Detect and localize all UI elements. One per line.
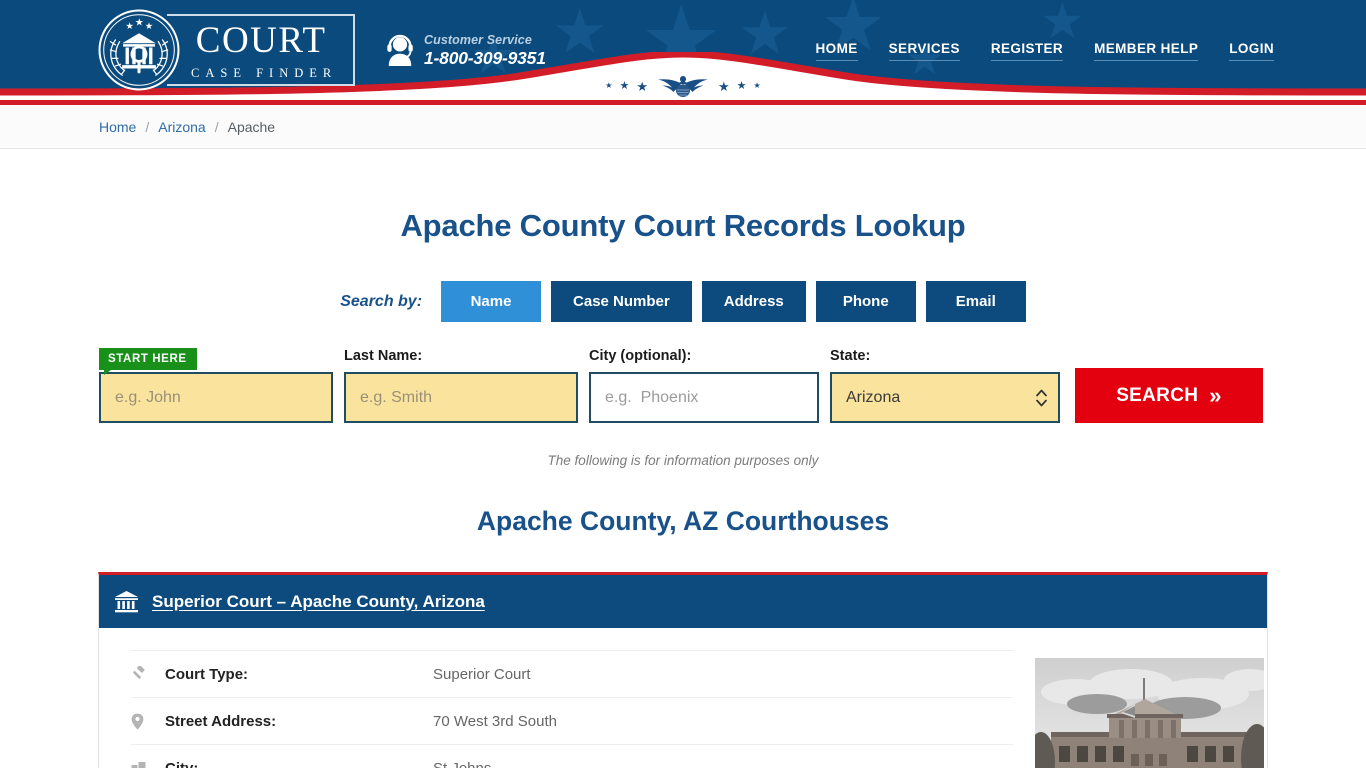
city-field-group: City (optional):: [589, 348, 819, 423]
court-type-value: Superior Court: [433, 665, 531, 683]
state-label: State:: [830, 348, 871, 364]
table-row: Street Address: 70 West 3rd South: [131, 697, 1013, 744]
state-field-group: State:: [830, 348, 1060, 423]
svg-text:★: ★: [126, 21, 134, 32]
state-select[interactable]: [830, 372, 1060, 423]
tab-address[interactable]: Address: [701, 281, 806, 322]
customer-service-label: Customer Service: [424, 33, 532, 47]
court-card-title-link[interactable]: Superior Court – Apache County, Arizona: [152, 592, 485, 612]
tab-email[interactable]: Email: [925, 281, 1026, 322]
site-header: ★ ★ ★ ★ ★ ★ ★ ★ ★ ★ COURT CASE FINDER Cu…: [0, 0, 1366, 100]
court-card: Superior Court – Apache County, Arizona: [98, 572, 1268, 768]
nav-item-services[interactable]: SERVICES: [888, 41, 960, 61]
page-title: Apache County Court Records Lookup: [400, 208, 966, 243]
street-address-value: 70 West 3rd South: [433, 712, 557, 730]
search-by-label: Search by:: [340, 292, 423, 310]
svg-text:★: ★: [135, 18, 144, 29]
nav-item-register[interactable]: REGISTER: [990, 41, 1064, 61]
search-button[interactable]: SEARCH »: [1075, 368, 1263, 423]
table-row: City: St Johns: [131, 744, 1013, 768]
last-name-label: Last Name:: [344, 348, 423, 364]
double-chevron-right-icon: »: [1209, 382, 1222, 408]
search-by-tabs: Search by: Name Case Number Address Phon…: [0, 281, 1366, 322]
customer-service-phone[interactable]: 1-800-309-9351: [424, 48, 546, 68]
courthouse-bank-icon: [115, 591, 138, 613]
logo-sub-text: CASE FINDER: [191, 65, 338, 80]
court-photo-container: [1035, 650, 1267, 768]
tab-phone[interactable]: Phone: [815, 281, 916, 322]
breadcrumb-item-arizona[interactable]: Arizona: [158, 119, 205, 135]
tab-name[interactable]: Name: [441, 281, 542, 322]
court-card-body: Court Type: Superior Court Street Addres…: [99, 628, 1267, 768]
nav-item-member-help[interactable]: MEMBER HELP: [1094, 41, 1199, 61]
court-details-table: Court Type: Superior Court Street Addres…: [99, 650, 1035, 768]
apache-county-courthouse-photo: [1035, 658, 1264, 768]
breadcrumb: Home / Arizona / Apache: [99, 119, 275, 135]
tab-case-number[interactable]: Case Number: [551, 281, 692, 322]
breadcrumb-separator: /: [214, 118, 219, 135]
disclaimer-text: The following is for information purpose…: [547, 453, 819, 468]
section-title: Apache County, AZ Courthouses: [476, 506, 890, 536]
breadcrumb-item-home[interactable]: Home: [99, 119, 136, 135]
court-card-header: Superior Court – Apache County, Arizona: [99, 575, 1267, 628]
breadcrumb-separator: /: [145, 118, 150, 135]
court-type-label: Court Type:: [165, 665, 249, 683]
search-form: START HERE First Name: Last Name: City (…: [0, 348, 1366, 423]
start-here-badge: START HERE: [99, 348, 197, 375]
city-icon: [131, 761, 165, 768]
breadcrumb-bar: Home / Arizona / Apache: [0, 105, 1366, 149]
customer-service-block[interactable]: Customer Service 1-800-309-9351: [385, 33, 546, 68]
logo-wordmark: COURT CASE FINDER: [167, 14, 356, 86]
city-input[interactable]: [589, 372, 819, 423]
table-row: Court Type: Superior Court: [131, 650, 1013, 697]
street-address-label: Street Address:: [165, 712, 277, 730]
gavel-icon: [131, 666, 165, 682]
logo-main-text: COURT: [195, 19, 327, 61]
nav-item-login[interactable]: LOGIN: [1229, 41, 1274, 61]
main-navigation: HOME SERVICES REGISTER MEMBER HELP LOGIN: [815, 41, 1274, 61]
map-pin-icon: [131, 713, 165, 730]
site-logo[interactable]: ★ ★ ★ COURT CASE FINDER: [97, 8, 356, 92]
breadcrumb-item-apache: Apache: [227, 118, 276, 135]
city-value: St Johns: [433, 759, 492, 768]
nav-item-home[interactable]: HOME: [815, 41, 858, 61]
svg-text:★: ★: [145, 21, 153, 32]
last-name-input[interactable]: [344, 372, 578, 423]
last-name-field-group: Last Name:: [344, 348, 578, 423]
page-content: Apache County Court Records Lookup Searc…: [0, 208, 1366, 768]
search-button-label: SEARCH: [1116, 384, 1199, 406]
city-label: City (optional):: [589, 348, 692, 364]
first-name-input[interactable]: [99, 372, 333, 423]
headset-support-icon: [387, 35, 413, 67]
star-icon: ★: [1040, 0, 1085, 49]
city-label: City:: [165, 759, 199, 768]
